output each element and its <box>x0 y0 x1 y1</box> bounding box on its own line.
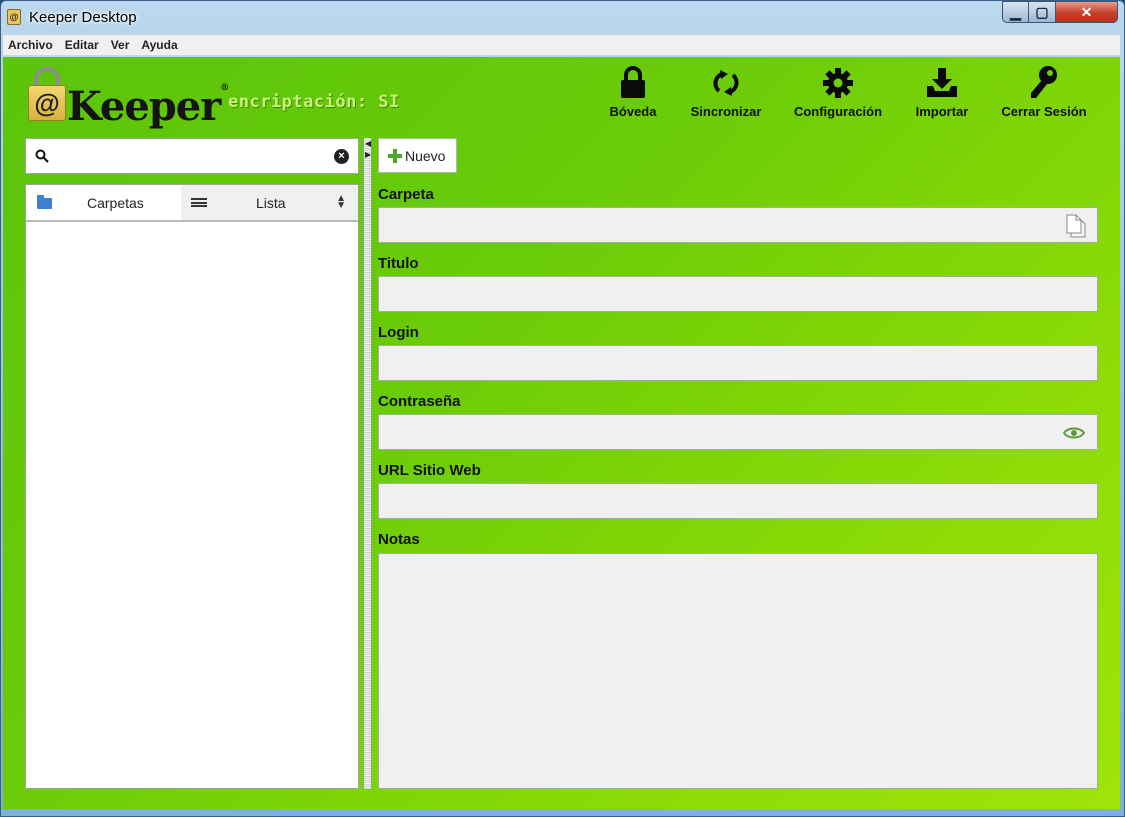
settings-label: Configuración <box>793 104 883 119</box>
vault-button[interactable]: Bóveda <box>609 65 657 119</box>
app-window: @ Keeper Desktop ▁ ▢ ✕ Archivo Editar Ve… <box>0 0 1125 817</box>
password-input[interactable] <box>387 422 1047 444</box>
main-content: @ Keeper® encriptación: SI Bóveda Sincro… <box>3 57 1120 809</box>
menu-bar: Archivo Editar Ver Ayuda <box>3 35 1120 56</box>
settings-button[interactable]: Configuración <box>793 65 883 119</box>
key-icon <box>1028 65 1060 101</box>
folder-field <box>378 207 1098 243</box>
new-record-label: Nuevo <box>405 147 446 164</box>
password-field <box>378 414 1098 450</box>
plus-icon <box>388 148 402 163</box>
records-panel: Carpetas Lista ▲ ▼ <box>25 184 359 789</box>
minimize-button[interactable]: ▁ <box>1002 1 1029 23</box>
encryption-status: encriptación: SI <box>228 92 400 112</box>
maximize-icon: ▢ <box>1035 3 1049 20</box>
maximize-button[interactable]: ▢ <box>1029 1 1056 23</box>
window-controls: ▁ ▢ ✕ <box>1002 1 1118 23</box>
close-button[interactable]: ✕ <box>1056 1 1118 23</box>
folder-field-label: Carpeta <box>378 186 434 203</box>
view-tabs: Carpetas Lista ▲ ▼ <box>26 185 358 222</box>
title-input[interactable] <box>387 284 1047 306</box>
import-button[interactable]: Importar <box>914 65 970 119</box>
password-field-label: Contraseña <box>378 393 461 410</box>
panel-splitter[interactable]: ◀ ▶ <box>363 138 372 789</box>
download-icon <box>924 65 960 101</box>
new-record-button[interactable]: Nuevo <box>378 138 457 173</box>
show-password-eye-icon[interactable] <box>1063 426 1085 440</box>
logo-text: Keeper <box>67 83 221 130</box>
clear-search-icon[interactable]: × <box>334 149 349 164</box>
sync-icon <box>710 65 742 101</box>
title-field-label: Titulo <box>378 255 419 272</box>
notes-field <box>378 553 1098 789</box>
title-bar[interactable]: @ Keeper Desktop ▁ ▢ ✕ <box>1 1 1124 34</box>
login-field-label: Login <box>378 324 419 341</box>
list-icon <box>191 198 207 207</box>
notes-field-label: Notas <box>378 531 420 548</box>
search-icon <box>35 149 49 163</box>
folder-icon <box>37 195 52 209</box>
tab-lista[interactable]: Lista ▲ ▼ <box>181 185 358 220</box>
search-input[interactable] <box>56 145 326 167</box>
close-icon: ✕ <box>1080 3 1093 20</box>
tab-lista-label: Lista <box>256 195 286 211</box>
collapse-left-icon[interactable]: ◀ <box>365 140 371 148</box>
menu-editar[interactable]: Editar <box>65 38 99 52</box>
logout-label: Cerrar Sesión <box>1001 104 1087 119</box>
logo-lock-body: @ <box>28 85 66 121</box>
search-box: × <box>25 138 359 174</box>
login-input[interactable] <box>387 353 1047 375</box>
tab-carpetas-label: Carpetas <box>87 195 144 211</box>
tab-carpetas[interactable]: Carpetas <box>26 185 181 220</box>
sort-icon[interactable]: ▲ ▼ <box>336 194 346 211</box>
title-field <box>378 276 1098 312</box>
logout-button[interactable]: Cerrar Sesión <box>999 65 1089 119</box>
login-field <box>378 345 1098 381</box>
url-input[interactable] <box>387 491 1047 513</box>
folder-input[interactable] <box>387 215 1047 237</box>
menu-archivo[interactable]: Archivo <box>8 38 53 52</box>
lock-icon <box>619 65 647 101</box>
collapse-right-icon[interactable]: ▶ <box>365 151 371 159</box>
url-field-label: URL Sitio Web <box>378 462 481 479</box>
keeper-logo: @ Keeper® <box>27 67 229 130</box>
gear-icon <box>822 65 854 101</box>
sync-label: Sincronizar <box>690 104 762 119</box>
import-label: Importar <box>915 104 969 119</box>
window-title: Keeper Desktop <box>29 9 137 26</box>
notes-textarea[interactable] <box>379 554 1097 788</box>
sync-button[interactable]: Sincronizar <box>689 65 763 119</box>
app-lock-icon: @ <box>7 9 21 25</box>
vault-label: Bóveda <box>609 104 657 119</box>
logo-wordmark: Keeper® <box>67 83 229 130</box>
url-field <box>378 483 1098 519</box>
document-icon[interactable] <box>1065 214 1087 238</box>
menu-ayuda[interactable]: Ayuda <box>141 38 177 52</box>
menu-ver[interactable]: Ver <box>111 38 130 52</box>
minimize-icon: ▁ <box>1010 3 1021 20</box>
